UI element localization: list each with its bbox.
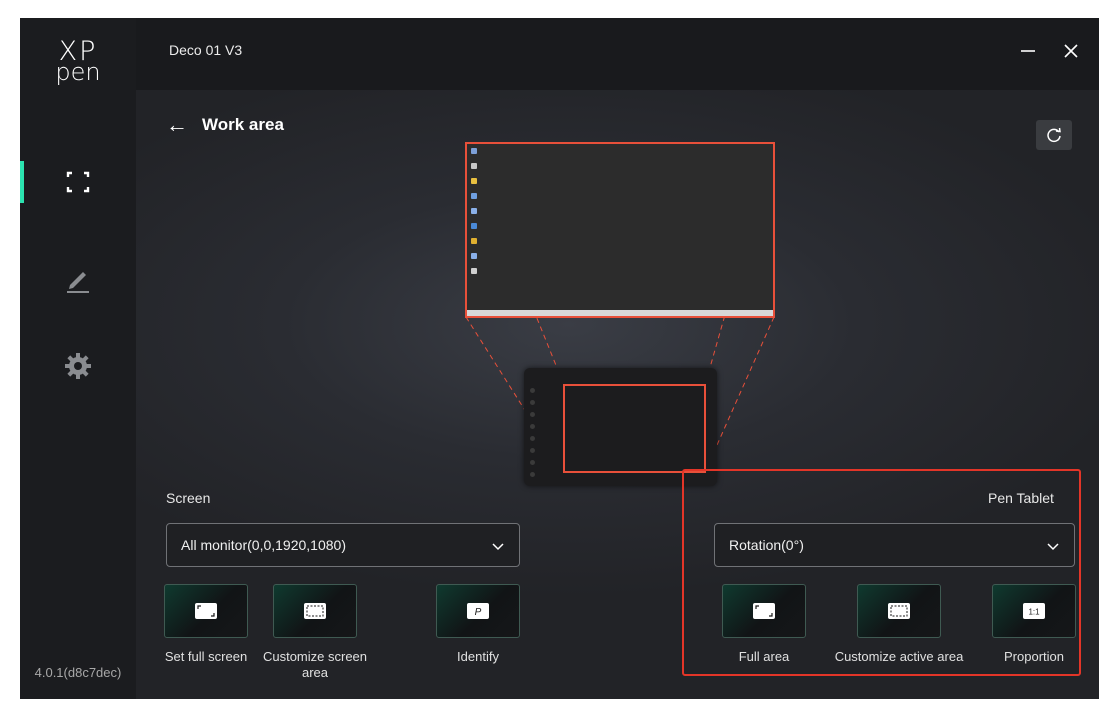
rotation-select-value: Rotation(0°) (729, 537, 804, 553)
customize-active-area-label: Customize active area (834, 649, 964, 664)
full-area-button[interactable] (722, 584, 806, 638)
proportion-label: Proportion (1004, 649, 1064, 664)
desktop-icons (471, 148, 481, 283)
customize-area-icon (304, 603, 326, 619)
proportion-button[interactable]: 1:1 (992, 584, 1076, 638)
sidebar-item-pen[interactable] (20, 254, 136, 304)
rotation-select[interactable]: Rotation(0°) (714, 523, 1075, 567)
identify-icon: P (467, 603, 489, 619)
svg-text:1:1: 1:1 (1028, 608, 1040, 617)
identify-label: Identify (457, 649, 499, 664)
set-full-screen-button[interactable] (164, 584, 248, 638)
chevron-down-icon (492, 543, 504, 551)
main-panel: Deco 01 V3 ← Work area Screen All monito… (136, 18, 1099, 699)
tablet-active-area[interactable] (563, 384, 706, 473)
monitor-select[interactable]: All monitor(0,0,1920,1080) (166, 523, 520, 567)
sidebar: XP pen 4.0.1(d8c7dec) (20, 18, 136, 699)
customize-active-area-button[interactable] (857, 584, 941, 638)
full-screen-icon (195, 603, 217, 619)
proportion-icon: 1:1 (1023, 603, 1045, 619)
identify-button[interactable]: P (436, 584, 520, 638)
svg-text:P: P (475, 607, 482, 618)
app-window: XP pen 4.0.1(d8c7dec) Deco 01 V3 ← Work … (20, 18, 1099, 699)
screen-preview (465, 142, 775, 318)
chevron-down-icon (1047, 543, 1059, 551)
customize-active-area-icon (888, 603, 910, 619)
version-label: 4.0.1(d8c7dec) (34, 665, 122, 680)
sidebar-item-work-area[interactable] (20, 157, 136, 207)
sidebar-item-settings[interactable] (20, 341, 136, 391)
screen-taskbar (467, 310, 773, 316)
xppen-logo: XP pen (55, 36, 101, 86)
active-indicator (20, 161, 24, 203)
full-area-icon (753, 603, 775, 619)
screen-label: Screen (166, 490, 211, 506)
monitor-select-value: All monitor(0,0,1920,1080) (181, 537, 346, 553)
pen-icon (67, 272, 89, 293)
gear-icon (65, 353, 91, 379)
pen-tablet-label: Pen Tablet (988, 490, 1054, 506)
full-area-label: Full area (738, 649, 790, 664)
work-area-icon (66, 171, 90, 193)
tablet-express-keys (530, 388, 535, 484)
customize-screen-area-label: Customize screen area (262, 649, 368, 680)
customize-screen-area-button[interactable] (273, 584, 357, 638)
